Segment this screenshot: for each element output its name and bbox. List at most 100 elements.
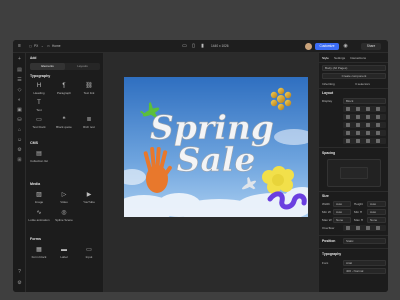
element-video[interactable]: ▷ Video bbox=[55, 190, 73, 206]
menu-icon[interactable]: ≡ bbox=[16, 43, 23, 50]
element-text-link[interactable]: ⛓ Text link bbox=[80, 81, 98, 97]
section-cms-title[interactable]: CMS bbox=[30, 141, 38, 145]
add-icon[interactable]: + bbox=[16, 56, 23, 63]
element-block-quote[interactable]: ❝ Block quote bbox=[55, 115, 73, 131]
chevron-down-icon[interactable]: ⌄ bbox=[41, 43, 44, 50]
selector-field[interactable]: Body (All Pages) bbox=[322, 65, 386, 71]
wrap-toggle[interactable] bbox=[343, 138, 386, 144]
cms-icon[interactable]: ⛁ bbox=[16, 117, 23, 124]
min-width-input[interactable]: Auto bbox=[333, 209, 351, 215]
position-select[interactable]: Static bbox=[343, 238, 386, 244]
section-typography-title[interactable]: Typography bbox=[30, 74, 50, 78]
max-width-label: Max W bbox=[322, 218, 332, 222]
element-heading[interactable]: H Heading bbox=[30, 81, 48, 97]
input-icon: ▭ bbox=[86, 247, 92, 253]
ecommerce-icon[interactable]: ⌂ bbox=[16, 127, 23, 134]
element-form-block[interactable]: ▦ Form block bbox=[30, 245, 48, 261]
section-forms-title[interactable]: Forms bbox=[30, 237, 41, 241]
eye-preview-icon[interactable]: ◉ bbox=[342, 43, 349, 50]
page-size-icon[interactable]: ▢ bbox=[29, 43, 32, 50]
position-section-title[interactable]: Position bbox=[322, 239, 335, 243]
element-label[interactable]: ▬ Label bbox=[55, 245, 73, 261]
element-youtube[interactable]: ▶ YouTube bbox=[80, 190, 98, 206]
logic-icon[interactable]: ⚙ bbox=[16, 147, 23, 154]
apps-icon[interactable]: ⊞ bbox=[16, 157, 23, 164]
navigator-icon[interactable]: ☰ bbox=[16, 77, 23, 84]
weight-select[interactable]: 400 - Normal bbox=[343, 268, 386, 274]
min-height-input[interactable]: Auto bbox=[367, 209, 386, 215]
spring-sale-artboard[interactable]: Spring Sale bbox=[124, 77, 308, 217]
tablet-view-icon[interactable]: ▯ bbox=[190, 43, 197, 50]
create-component-button[interactable]: Create component bbox=[322, 73, 386, 79]
element-paragraph[interactable]: ¶ Paragraph bbox=[55, 81, 73, 97]
users-icon[interactable]: ☺ bbox=[16, 137, 23, 144]
gap-toggle[interactable] bbox=[343, 130, 386, 136]
designer-window: ≡ ▢ PX ⌄ ▭ Home ▭ ▯ ▮ 1440 x 1026 Custom… bbox=[13, 40, 388, 292]
artboard-graphic: Spring Sale bbox=[124, 77, 308, 217]
font-select[interactable]: Arial bbox=[343, 260, 386, 266]
top-toolbar: ≡ ▢ PX ⌄ ▭ Home ▭ ▯ ▮ 1440 x 1026 Custom… bbox=[13, 40, 388, 53]
layout-section-title[interactable]: Layout bbox=[322, 91, 333, 95]
form-block-icon: ▦ bbox=[36, 247, 42, 253]
paragraph-icon: ¶ bbox=[62, 83, 66, 89]
width-input[interactable]: Auto bbox=[333, 201, 351, 207]
collection-list-icon: ▤ bbox=[36, 151, 42, 157]
help-icon[interactable]: ? bbox=[16, 269, 23, 276]
divider bbox=[319, 235, 388, 236]
align-toggle[interactable] bbox=[343, 114, 386, 120]
rich-text-icon: ≣ bbox=[86, 117, 92, 123]
design-canvas[interactable]: Spring Sale bbox=[104, 53, 318, 292]
pages-icon[interactable]: ▤ bbox=[16, 67, 23, 74]
page-selector[interactable]: Home bbox=[52, 43, 61, 50]
page-icon: ▭ bbox=[47, 44, 51, 48]
canvas-size-readout: 1440 x 1026 bbox=[211, 44, 229, 48]
justify-toggle[interactable] bbox=[343, 122, 386, 128]
assets-icon[interactable]: ▣ bbox=[16, 107, 23, 114]
element-text-block[interactable]: ▭ Text block bbox=[30, 115, 48, 131]
overflow-label: Overflow bbox=[322, 226, 335, 230]
max-width-input[interactable]: None bbox=[333, 217, 351, 223]
tab-layouts[interactable]: Layouts bbox=[65, 63, 100, 70]
settings-icon[interactable]: ⚙ bbox=[16, 280, 23, 287]
element-collection-list[interactable]: ▤ Collection list bbox=[30, 149, 52, 165]
tab-style[interactable]: Style bbox=[322, 56, 329, 60]
element-image[interactable]: ▨ Image bbox=[30, 190, 48, 206]
display-select[interactable]: Block bbox=[343, 98, 386, 104]
youtube-icon: ▶ bbox=[86, 192, 92, 198]
font-label: Font bbox=[322, 261, 329, 265]
page-size-label[interactable]: PX bbox=[34, 43, 38, 50]
add-panel-tabs: Elements Layouts bbox=[30, 63, 100, 70]
size-section-title[interactable]: Size bbox=[322, 194, 329, 198]
components-icon[interactable]: ◇ bbox=[16, 87, 23, 94]
min-width-label: Min W bbox=[322, 210, 331, 214]
video-icon: ▷ bbox=[61, 192, 67, 198]
avatar[interactable] bbox=[305, 43, 312, 50]
element-text[interactable]: T Text bbox=[30, 98, 48, 114]
tab-settings[interactable]: Settings bbox=[334, 56, 345, 60]
max-height-input[interactable]: None bbox=[367, 217, 386, 223]
spacing-box-model[interactable] bbox=[327, 159, 381, 187]
element-spline-scene[interactable]: ◎ Spline Scene bbox=[55, 208, 73, 224]
customize-button[interactable]: Customize bbox=[315, 43, 339, 50]
section-media-title[interactable]: Media bbox=[30, 182, 40, 186]
typography-section-title[interactable]: Typography bbox=[322, 252, 341, 256]
min-height-label: Min H bbox=[354, 210, 363, 214]
overflow-toggle[interactable] bbox=[343, 225, 386, 231]
mobile-view-icon[interactable]: ▮ bbox=[199, 43, 206, 50]
height-input[interactable]: Auto bbox=[367, 201, 386, 207]
element-rich-text[interactable]: ≣ Rich text bbox=[80, 115, 98, 131]
flex-direction-toggle[interactable] bbox=[343, 106, 386, 112]
width-label: Width bbox=[322, 202, 330, 206]
styles-icon[interactable]: ◐ bbox=[16, 97, 23, 104]
left-icon-rail: + ▤ ☰ ◇ ◐ ▣ ⛁ ⌂ ☺ ⚙ ⊞ ? ⚙ bbox=[13, 53, 26, 292]
selectors-count[interactable]: 3 selectors bbox=[355, 82, 370, 86]
element-input[interactable]: ▭ Input bbox=[80, 245, 98, 261]
desktop-view-icon[interactable]: ▭ bbox=[181, 43, 188, 50]
padding-box[interactable] bbox=[340, 167, 368, 179]
tab-interactions[interactable]: Interactions bbox=[350, 56, 366, 60]
element-lottie[interactable]: ∿ Lottie animation bbox=[28, 208, 49, 224]
height-label: Height bbox=[354, 202, 363, 206]
share-button[interactable]: Share bbox=[361, 43, 381, 50]
tab-elements[interactable]: Elements bbox=[30, 63, 65, 70]
spacing-section-title[interactable]: Spacing bbox=[322, 151, 335, 155]
